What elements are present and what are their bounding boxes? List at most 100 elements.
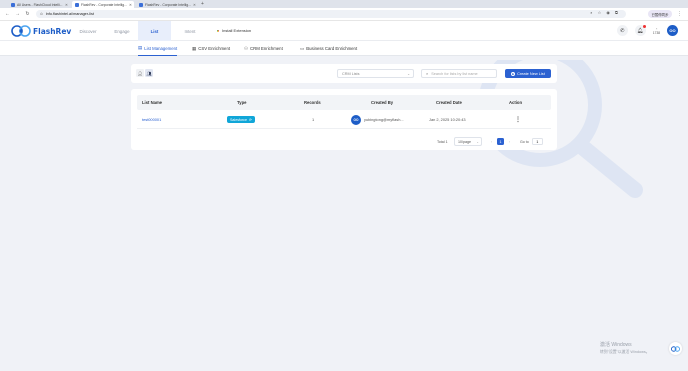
pagination-total: Total 1 — [437, 139, 448, 144]
url-field[interactable]: ⊙ lnfo.flashintel.ai/manager-list — [36, 10, 626, 18]
browser-address-bar: ← → ↻ ⊙ lnfo.flashintel.ai/manager-list … — [0, 8, 688, 21]
column-header-list-name: List Name — [142, 100, 163, 105]
notification-dot — [642, 25, 646, 28]
tab-business-card-enrichment[interactable]: ▭ Business Card Enrichment — [300, 41, 357, 56]
avatar-initials: OO — [669, 28, 676, 33]
reload-icon[interactable]: ↻ — [25, 11, 30, 17]
browser-tab-active[interactable]: FlashRev - Corporate Intellig... ✕ — [72, 1, 134, 8]
zoom-icon[interactable]: ⌕ — [590, 10, 592, 15]
url-text: lnfo.flashintel.ai/manager-list — [45, 12, 94, 16]
nav-label: Engage — [114, 28, 130, 34]
tab-label: List Management — [144, 45, 178, 51]
goto-page-input[interactable] — [531, 138, 543, 145]
row-actions-cell: ⋮ — [515, 110, 521, 129]
chevron-down-icon: ⌄ — [407, 71, 410, 76]
list-toolbar: 👤︎ 👥︎ CRM Lists ⌄ ⌕ + Create New List — [131, 64, 557, 83]
user-avatar[interactable]: OO — [667, 25, 678, 36]
sync-icon[interactable]: ⟳ — [249, 118, 252, 122]
created-date-cell: Jan 2, 2025 10:20:43 — [429, 117, 466, 122]
chrome-icon — [216, 28, 220, 33]
back-icon[interactable]: ← — [5, 11, 10, 17]
credits-indicator[interactable]: ◔ 1738 — [653, 27, 660, 35]
install-extension-label: Install Extension — [222, 28, 252, 33]
browser-tab-label: All Users - FlashCloud Intelli... — [17, 2, 63, 7]
nav-item-intent[interactable]: Intent — [171, 21, 209, 41]
nav-label: Intent — [184, 28, 196, 34]
goto-page: Go to — [520, 137, 543, 146]
type-label: Salesforce — [230, 117, 247, 122]
creator-email: yubingtong@myflash... — [364, 117, 404, 122]
close-icon[interactable]: ✕ — [129, 3, 132, 7]
created-by-cell: OO yubingtong@myflash... — [351, 110, 404, 129]
profile-label: 已暂停同步 — [651, 12, 669, 17]
browser-profile-button[interactable]: 已暂停同步 — [648, 10, 672, 18]
close-icon[interactable]: ✕ — [65, 3, 68, 7]
activation-title: 激活 Windows — [600, 342, 632, 348]
main-nav: Discover Engage List Intent — [70, 21, 209, 41]
brand-logo[interactable]: FlashRev — [11, 25, 71, 37]
browser-tab-bar: All Users - FlashCloud Intelli... ✕ Flas… — [0, 0, 688, 8]
more-actions-icon[interactable]: ⋮ — [515, 116, 521, 123]
team-icon: 👥︎ — [146, 70, 152, 76]
table-header: List Name Type Records Created By Create… — [137, 95, 551, 110]
page-size-select[interactable]: 10/page ⌄ — [454, 137, 482, 146]
search-input[interactable] — [431, 71, 492, 76]
close-icon[interactable]: ✕ — [193, 3, 196, 7]
team-view-button[interactable]: 👥︎ — [145, 69, 153, 77]
create-new-list-button[interactable]: + Create New List — [505, 69, 551, 78]
creator-avatar: OO — [351, 114, 361, 125]
browser-tab[interactable]: FlashRev - Corporate Intellig... ✕ — [136, 1, 198, 8]
activation-subtitle: 转到"设置"以激活 Windows。 — [600, 350, 650, 354]
nav-item-discover[interactable]: Discover — [70, 21, 106, 41]
browser-tab-label: FlashRev - Corporate Intellig... — [81, 2, 127, 7]
extension-icon[interactable]: ◉ — [606, 10, 610, 15]
pagination: Total 1 10/page ⌄ ‹ 1 › Go to — [131, 137, 557, 146]
list-name-link[interactable]: test000001 — [142, 110, 161, 129]
view-toggle: 👤︎ 👥︎ — [136, 69, 153, 77]
tab-favicon-icon — [139, 2, 143, 7]
browser-tab[interactable]: All Users - FlashCloud Intelli... ✕ — [8, 1, 70, 8]
new-tab-icon[interactable]: + — [201, 1, 204, 8]
next-page-button[interactable]: › — [506, 137, 513, 146]
phone-icon: ✆ — [620, 27, 625, 34]
phone-button[interactable]: ✆ — [616, 25, 628, 36]
lists-table-card: List Name Type Records Created By Create… — [131, 89, 557, 150]
notification-button[interactable]: 🔔︎ — [634, 25, 646, 36]
credits-value: 1738 — [652, 30, 660, 35]
type-cell: Salesforce ⟳ — [227, 110, 255, 129]
card-icon: ▭ — [300, 45, 305, 51]
bookmark-star-icon[interactable]: ☆ — [598, 10, 602, 15]
site-info-icon[interactable]: ⊙ — [40, 12, 43, 16]
list-icon: ▤ — [138, 45, 143, 50]
search-icon: ⌕ — [426, 71, 429, 76]
column-header-type: Type — [237, 100, 247, 105]
crm-list-select[interactable]: CRM Lists ⌄ — [337, 69, 414, 78]
brand-name: FlashRev — [33, 26, 72, 36]
salesforce-badge: Salesforce ⟳ — [227, 116, 255, 123]
column-header-created-by: Created By — [371, 100, 394, 105]
list-search-box: ⌕ — [421, 69, 497, 78]
browser-menu-icon[interactable]: ⋮ — [677, 11, 682, 17]
windows-activation-watermark: 激活 Windows 转到"设置"以激活 Windows。 — [600, 342, 650, 356]
install-extension-link[interactable]: Install Extension — [216, 28, 251, 33]
floating-assistant-button[interactable] — [669, 342, 682, 355]
tab-csv-enrichment[interactable]: ▦ CSV Enrichment — [192, 41, 230, 56]
tab-label: Business Card Enrichment — [306, 46, 358, 51]
bell-icon: 🔔︎ — [637, 27, 644, 34]
tab-label: CSV Enrichment — [198, 46, 231, 51]
nav-label: Discover — [79, 28, 97, 34]
column-header-created-date: Created Date — [436, 100, 462, 105]
chevron-down-icon: ⌄ — [476, 139, 479, 144]
nav-item-engage[interactable]: Engage — [106, 21, 138, 41]
crm-select-value: CRM Lists — [342, 71, 360, 76]
personal-view-button[interactable]: 👤︎ — [136, 69, 144, 77]
header-actions: ✆ 🔔︎ ◔ 1738 OO — [616, 25, 678, 36]
page-number-button[interactable]: 1 — [497, 138, 504, 145]
person-icon: 👤︎ — [137, 70, 143, 76]
nav-item-list[interactable]: List — [138, 21, 171, 41]
tab-crm-enrichment[interactable]: ⚇ CRM Enrichment — [244, 41, 283, 56]
forward-icon[interactable]: → — [15, 11, 20, 17]
tab-list-management[interactable]: ▤ List Management — [138, 41, 178, 56]
extensions-puzzle-icon[interactable]: ⧉ — [615, 10, 618, 15]
prev-page-button[interactable]: ‹ — [488, 137, 495, 146]
